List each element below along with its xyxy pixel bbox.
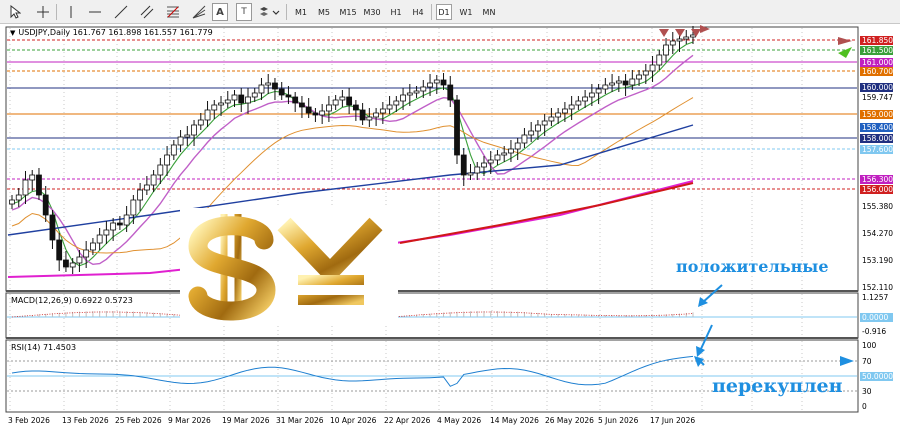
fibonacci-icon[interactable] <box>164 3 182 21</box>
timeframe-m30[interactable]: M30 <box>362 4 382 20</box>
rsi-scale-label: 100 <box>862 341 877 350</box>
price-label: 153.190 <box>862 256 893 265</box>
price-label: 158.000 <box>860 134 893 143</box>
macd-scale-label: -0.916 <box>862 327 887 336</box>
price-label: 159.747 <box>862 93 893 102</box>
macd-scale-label: 0.0000 <box>860 313 893 322</box>
chart-window[interactable]: ▼ USDJPY,Daily 161.767 161.898 161.557 1… <box>0 25 900 435</box>
date-label: 13 Feb 2026 <box>62 416 109 425</box>
price-label: 161.000 <box>860 58 893 67</box>
date-label: 4 May 2026 <box>437 416 482 425</box>
rsi-label: RSI(14) 71.4503 <box>11 343 77 352</box>
annotation-positive: положительные <box>676 257 829 276</box>
date-label: 22 Apr 2026 <box>384 416 431 425</box>
macd-label: MACD(12,26,9) 0.6922 0.5723 <box>11 296 133 305</box>
rsi-scale-label: 50.0000 <box>860 372 893 381</box>
timeframe-h1[interactable]: H1 <box>388 4 404 20</box>
date-label: 10 Apr 2026 <box>330 416 377 425</box>
macd-scale-label: 1.1257 <box>862 293 889 302</box>
rsi-scale-label: 70 <box>862 357 872 366</box>
price-label: 152.110 <box>862 283 893 292</box>
price-label: 159.000 <box>860 110 893 119</box>
dollar-sign-icon <box>188 214 276 321</box>
crosshair-icon[interactable] <box>34 3 52 21</box>
price-label: 156.000 <box>860 185 893 194</box>
price-label: 155.380 <box>862 202 893 211</box>
timeframe-d1[interactable]: D1 <box>436 4 452 20</box>
price-label: 161.850 <box>860 36 893 45</box>
timeframe-m1[interactable]: M1 <box>293 4 309 20</box>
date-label: 31 Mar 2026 <box>276 416 324 425</box>
timeframe-m15[interactable]: M15 <box>338 4 358 20</box>
timeframe-mn[interactable]: MN <box>480 4 498 20</box>
price-label: 157.600 <box>860 145 893 154</box>
price-label: 156.300 <box>860 175 893 184</box>
date-label: 14 May 2026 <box>490 416 539 425</box>
shapes-dropdown-icon[interactable] <box>258 3 280 21</box>
date-label: 9 Mar 2026 <box>168 416 211 425</box>
date-label: 5 Jun 2026 <box>598 416 639 425</box>
yen-sign-icon <box>277 217 383 320</box>
price-chart[interactable] <box>0 25 900 435</box>
rsi-scale-label: 0 <box>862 402 867 411</box>
price-label: 158.400 <box>860 123 893 132</box>
text-label-icon[interactable]: T <box>236 3 252 21</box>
rsi-scale-label: 30 <box>862 387 872 396</box>
horizontal-line-icon[interactable] <box>86 3 104 21</box>
price-label: 154.270 <box>862 229 893 238</box>
date-label: 3 Feb 2026 <box>8 416 50 425</box>
symbol-dropdown-icon[interactable]: ▼ <box>10 29 15 37</box>
main-panel-frame <box>5 26 859 292</box>
toolbar: A T M1 M5 M15 M30 H1 H4 D1 W1 MN <box>0 0 900 24</box>
annotation-overbought: перекуплен <box>712 375 843 397</box>
timeframe-h4[interactable]: H4 <box>410 4 426 20</box>
date-label: 17 Jun 2026 <box>650 416 696 425</box>
date-axis: 3 Feb 2026 13 Feb 2026 25 Feb 2026 9 Mar… <box>0 416 860 430</box>
date-label: 19 Mar 2026 <box>222 416 270 425</box>
price-label: 160.000 <box>860 83 893 92</box>
chart-symbol-info: ▼ USDJPY,Daily 161.767 161.898 161.557 1… <box>10 28 213 37</box>
channel-icon[interactable] <box>138 3 156 21</box>
timeframe-w1[interactable]: W1 <box>458 4 474 20</box>
text-tool-icon[interactable]: A <box>212 3 228 21</box>
trendline-icon[interactable] <box>112 3 130 21</box>
timeframe-m5[interactable]: M5 <box>316 4 332 20</box>
cursor-icon[interactable] <box>6 3 24 21</box>
currency-symbols-image <box>180 208 398 326</box>
fibonacci-fan-icon[interactable] <box>190 3 208 21</box>
vertical-line-icon[interactable] <box>62 3 80 21</box>
date-label: 26 May 2026 <box>545 416 594 425</box>
price-label: 161.500 <box>860 46 893 55</box>
date-label: 25 Feb 2026 <box>115 416 162 425</box>
price-label: 160.700 <box>860 67 893 76</box>
